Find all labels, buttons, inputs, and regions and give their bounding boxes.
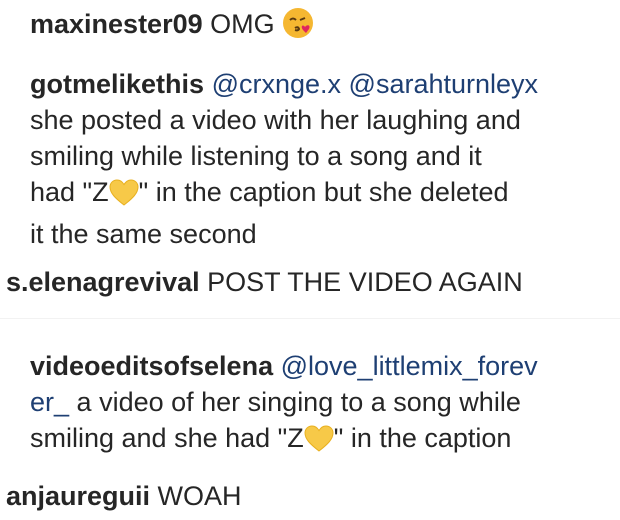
comment-username[interactable]: gotmelikethis: [30, 69, 204, 99]
comment-text: WOAH: [157, 481, 242, 511]
comment-line: had "Z " in the caption but she deleted: [30, 174, 538, 216]
comment-item: videoeditsofselena @love_littlemix_forev…: [30, 348, 538, 462]
comment-text: POST THE VIDEO AGAIN: [207, 267, 523, 297]
comment-text: a video of her singing to a song while: [76, 387, 521, 417]
comment-text: " in the caption but she deleted: [138, 177, 509, 207]
comment-line: smiling and she had "Z " in the caption: [30, 420, 538, 462]
comment-text: " in the caption: [333, 423, 512, 453]
divider: [0, 318, 620, 319]
comment-item: s.elenagrevival POST THE VIDEO AGAIN: [6, 264, 523, 300]
comment-line: gotmelikethis @crxnge.x @sarahturnleyx: [30, 66, 538, 102]
comment-username[interactable]: s.elenagrevival: [6, 267, 200, 297]
comment-text: it the same second: [30, 219, 257, 249]
comment-text: smiling while listening to a song and it: [30, 141, 482, 171]
mention-link[interactable]: @crxnge.x: [212, 69, 341, 99]
comment-username[interactable]: anjaureguii: [6, 481, 150, 511]
comment-text: OMG: [210, 9, 275, 39]
comment-line: er_ a video of her singing to a song whi…: [30, 384, 538, 420]
yellow-heart-icon: [109, 179, 139, 216]
comment-text: had "Z: [30, 177, 109, 207]
comment-item: anjaureguii WOAH: [6, 478, 242, 514]
face-blowing-kiss-icon: [282, 7, 314, 48]
comment-item: maxinester09 OMG: [30, 6, 314, 48]
comment-username[interactable]: videoeditsofselena: [30, 351, 273, 381]
comment-username[interactable]: maxinester09: [30, 9, 203, 39]
mention-link[interactable]: @sarahturnleyx: [349, 69, 539, 99]
comment-item: gotmelikethis @crxnge.x @sarahturnleyx s…: [30, 66, 538, 252]
comment-text: she posted a video with her laughing and: [30, 105, 521, 135]
comment-text: smiling and she had "Z: [30, 423, 304, 453]
mention-link[interactable]: @love_littlemix_forev: [281, 351, 538, 381]
yellow-heart-icon: [304, 425, 334, 462]
comment-line: videoeditsofselena @love_littlemix_forev: [30, 348, 538, 384]
mention-link[interactable]: er_: [30, 387, 69, 417]
